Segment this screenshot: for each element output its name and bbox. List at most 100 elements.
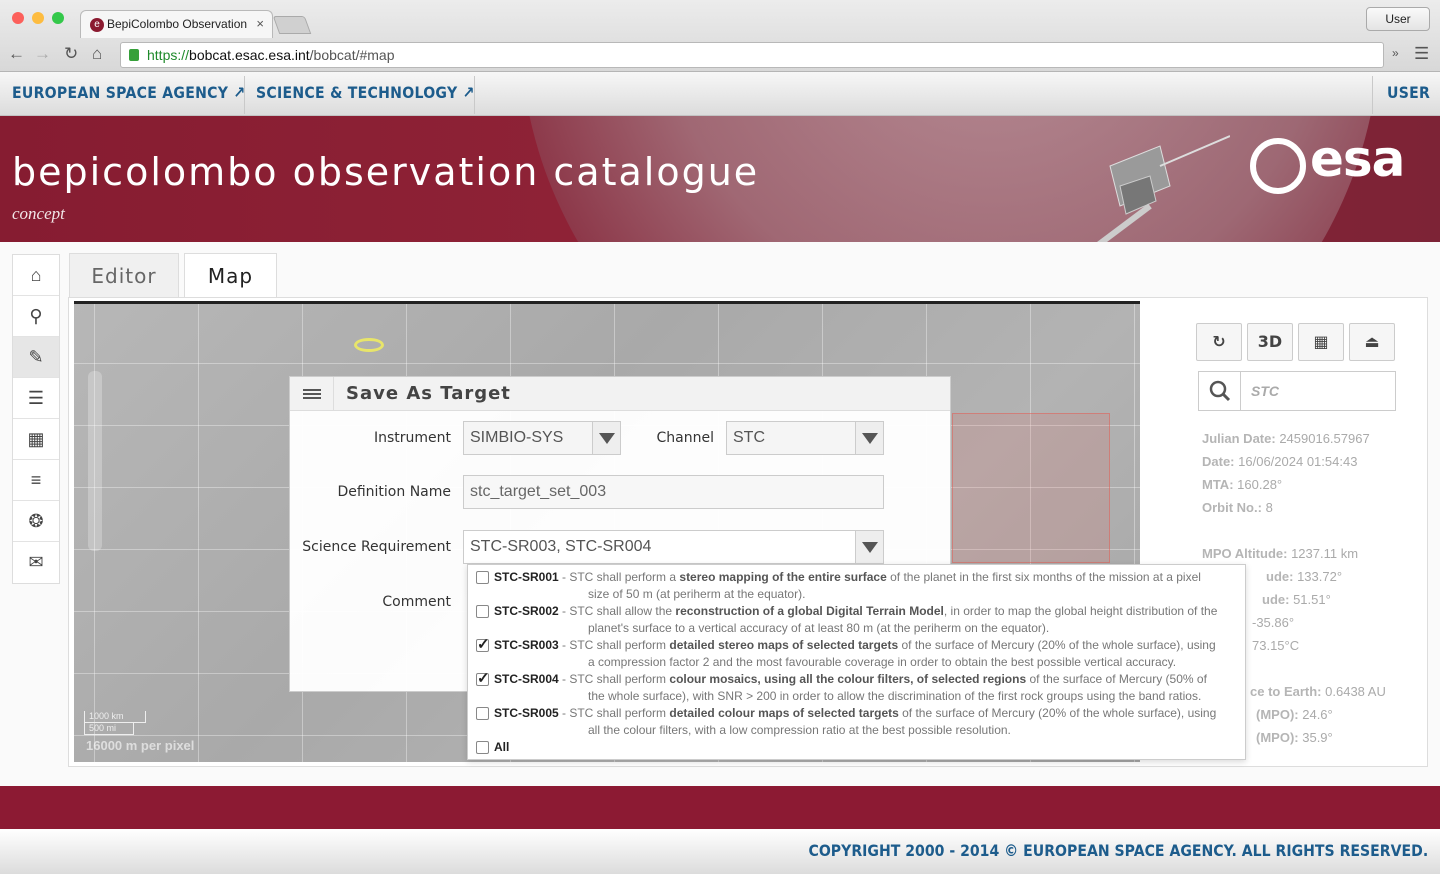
requirement-highlight: stereo mapping of the entire surface — [679, 570, 887, 584]
esa-link[interactable]: EUROPEAN SPACE AGENCY ↗ — [12, 72, 245, 116]
channel-label: Channel — [656, 430, 714, 446]
mpo-angle-2: (MPO): 35.9° — [1256, 730, 1333, 745]
minimize-window-button[interactable] — [32, 12, 44, 24]
back-icon[interactable]: ← — [8, 44, 25, 64]
requirement-checkbox-checked[interactable] — [476, 670, 490, 687]
menu-icon[interactable]: ☰ — [1414, 44, 1429, 64]
requirement-code: STC-SR003 — [494, 638, 559, 652]
maximize-window-button[interactable] — [52, 12, 64, 24]
chevron-down-icon — [592, 422, 620, 454]
3d-button[interactable]: 3D — [1247, 323, 1293, 361]
requirement-checkbox-checked[interactable] — [476, 636, 490, 653]
science-requirement-dropdown: STC-SR001 - STC shall perform a stereo m… — [467, 564, 1246, 760]
divider — [474, 76, 475, 114]
chevron-down-icon — [855, 422, 883, 454]
requirement-option[interactable]: STC-SR003 - STC shall perform detailed s… — [476, 636, 1236, 671]
esa-link-bar: EUROPEAN SPACE AGENCY ↗ SCIENCE & TECHNO… — [0, 72, 1440, 116]
requirement-text-cont: a compression factor 2 and the most favo… — [588, 655, 1177, 669]
definition-name-input[interactable]: stc_target_set_003 — [463, 475, 884, 509]
requirement-checkbox[interactable] — [476, 605, 489, 618]
esa-logo[interactable]: esa — [1250, 130, 1410, 196]
esa-favicon-icon: e — [90, 18, 104, 32]
info-value: 133.72° — [1297, 569, 1343, 584]
requirement-highlight: detailed stereo maps of selected targets — [669, 638, 899, 652]
requirement-option-all[interactable]: All — [476, 739, 1236, 756]
requirement-text: - STC shall allow the — [558, 604, 676, 618]
dialog-menu-icon[interactable] — [290, 377, 334, 411]
new-tab-button[interactable] — [272, 16, 312, 34]
chevron-down-icon — [855, 531, 883, 563]
nav-search-icon[interactable]: ⚲ — [13, 296, 59, 337]
nav-list-icon[interactable]: ☰ — [13, 378, 59, 419]
tab-editor[interactable]: Editor — [69, 253, 179, 297]
side-navigation: ⌂ ⚲ ✎ ☰ ▦ ≡ ❂ ✉ — [12, 254, 60, 584]
science-technology-link[interactable]: SCIENCE & TECHNOLOGY ↗ — [256, 72, 475, 116]
requirement-option[interactable]: STC-SR004 - STC shall perform colour mos… — [476, 670, 1236, 705]
info-label: MTA: — [1202, 477, 1234, 492]
layout-icon: ▦ — [1313, 332, 1329, 351]
info-value: 51.51° — [1293, 592, 1331, 607]
info-value: 8 — [1265, 500, 1273, 515]
channel-select[interactable]: STC — [726, 421, 884, 455]
dialog-title: Save As Target — [346, 383, 511, 404]
requirement-option[interactable]: STC-SR002 - STC shall allow the reconstr… — [476, 603, 1236, 637]
requirement-checkbox[interactable] — [476, 707, 489, 720]
nav-lifebuoy-icon[interactable]: ❂ — [13, 501, 59, 542]
nav-dashboard-icon[interactable]: ▦ — [13, 419, 59, 460]
requirement-text-cont: size of 50 m (at periherm at the equator… — [588, 587, 806, 601]
footer: COPYRIGHT 2000 - 2014 © EUROPEAN SPACE A… — [0, 829, 1440, 874]
browser-user-button[interactable]: User — [1366, 7, 1430, 31]
divider — [1372, 76, 1373, 114]
nav-home-icon[interactable]: ⌂ — [13, 255, 59, 296]
tab-close-icon[interactable]: × — [256, 16, 264, 31]
latitude: ude: 51.51° — [1262, 592, 1331, 607]
nav-pencil-icon[interactable]: ✎ — [13, 337, 59, 378]
requirement-text: - STC shall perform — [558, 706, 670, 720]
instrument-select[interactable]: SIMBIO-SYS — [463, 421, 621, 455]
mpo-altitude: MPO Altitude: 1237.11 km — [1202, 546, 1358, 561]
home-page-icon[interactable]: ⌂ — [92, 44, 102, 64]
refresh-icon: ↻ — [1212, 332, 1226, 351]
info-value: 24.6° — [1302, 707, 1333, 722]
refresh-button[interactable]: ↻ — [1196, 323, 1242, 361]
requirement-option[interactable]: STC-SR001 - STC shall perform a stereo m… — [476, 569, 1236, 603]
close-window-button[interactable] — [12, 12, 24, 24]
science-link-label: SCIENCE & TECHNOLOGY — [256, 83, 458, 102]
nav-sliders-icon[interactable]: ≡ — [13, 460, 59, 501]
select-all-label: All — [494, 740, 510, 754]
layout-button[interactable]: ▦ — [1298, 323, 1344, 361]
header-banner: bepicolombo observation catalogue concep… — [0, 116, 1440, 242]
reload-icon[interactable]: ↻ — [64, 44, 78, 64]
requirement-highlight: colour mosaics, using all the colour fil… — [669, 672, 1027, 686]
info-label: Date: — [1202, 454, 1235, 469]
requirement-checkbox[interactable] — [476, 571, 489, 584]
divider — [244, 76, 245, 114]
export-button[interactable]: ⏏ — [1349, 323, 1395, 361]
target-search[interactable]: STC — [1198, 371, 1396, 411]
requirement-code: STC-SR002 — [494, 604, 559, 618]
requirement-text-cont: all the colour filters, with a low compr… — [588, 723, 1011, 737]
forward-icon[interactable]: → — [34, 44, 51, 64]
nav-mail-icon[interactable]: ✉ — [13, 542, 59, 583]
requirement-option[interactable]: STC-SR005 - STC shall perform detailed c… — [476, 705, 1236, 739]
comment-label: Comment — [382, 594, 451, 610]
tab-map[interactable]: Map — [184, 253, 277, 298]
mta: MTA: 160.28° — [1202, 477, 1282, 492]
search-icon[interactable] — [1199, 372, 1241, 410]
url-path: /bobcat/#map — [309, 47, 395, 63]
info-value: 0.6438 AU — [1325, 684, 1386, 699]
user-link[interactable]: USER — [1387, 72, 1430, 116]
science-requirement-select[interactable]: STC-SR003, STC-SR004 — [463, 530, 884, 564]
requirement-highlight: detailed colour maps of selected targets — [669, 706, 899, 720]
select-all-checkbox[interactable] — [476, 741, 489, 754]
target-marker[interactable] — [354, 338, 384, 352]
browser-tab[interactable]: e BepiColombo Observation × — [80, 10, 273, 38]
zoom-slider[interactable] — [88, 371, 102, 551]
coverage-region[interactable] — [952, 413, 1110, 563]
science-requirement-label: Science Requirement — [302, 539, 451, 555]
distance-to-earth: ce to Earth: 0.6438 AU — [1250, 684, 1386, 699]
address-bar[interactable]: https://bobcat.esac.esa.int/bobcat/#map — [120, 42, 1384, 68]
search-input[interactable]: STC — [1251, 383, 1279, 399]
info-label: (MPO): — [1256, 707, 1299, 722]
overflow-icon[interactable]: » — [1392, 46, 1399, 60]
